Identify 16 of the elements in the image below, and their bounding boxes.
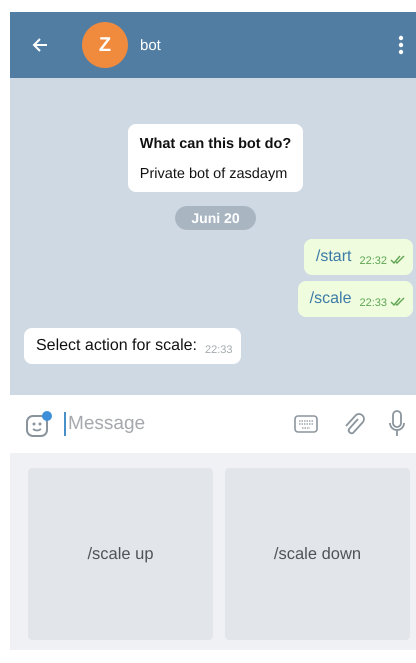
bot-info-text: Private bot of zasdaym: [140, 166, 288, 182]
keyboard-icon[interactable]: [294, 415, 318, 433]
bot-info-title: What can this bot do?: [140, 136, 292, 152]
message-time: 22:33: [359, 297, 387, 309]
message-text: /start: [316, 248, 352, 266]
message-time: 22:33: [204, 344, 232, 356]
sticker-icon[interactable]: [24, 410, 54, 438]
keyboard-button[interactable]: /scale up: [28, 468, 213, 640]
more-icon[interactable]: [398, 35, 404, 55]
message-text: /scale: [310, 290, 352, 308]
keyboard-button[interactable]: /scale down: [225, 468, 410, 640]
chat-title: bot: [140, 36, 162, 54]
message-time: 22:32: [359, 255, 387, 267]
microphone-icon[interactable]: [388, 410, 406, 438]
date-chip: Juni 20: [175, 206, 256, 230]
message-text: Select action for scale:: [36, 337, 197, 355]
